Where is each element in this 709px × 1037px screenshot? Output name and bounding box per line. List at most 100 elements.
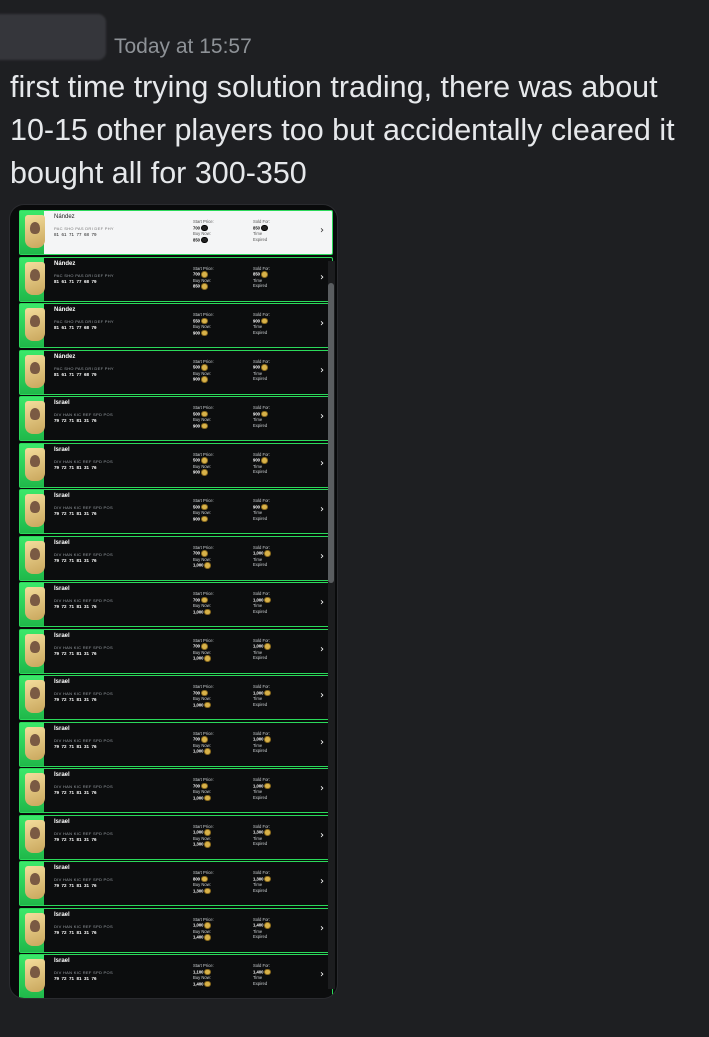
buy-now-value: 1,000 xyxy=(193,562,214,569)
stat-values: 81 61 71 77 68 79 xyxy=(54,325,97,330)
transfer-list-item[interactable]: Israel DIV HAN KIC REF SPD POS 79 72 71 … xyxy=(19,396,333,441)
transfer-list-item[interactable]: Israel DIV HAN KIC REF SPD POS 79 72 71 … xyxy=(19,861,333,906)
price-column: Start Price: 800 Buy Now: 1,300 xyxy=(193,870,214,894)
chevron-right-icon[interactable]: › xyxy=(320,318,324,329)
coin-icon xyxy=(264,875,271,882)
coin-icon xyxy=(261,364,268,371)
coin-icon xyxy=(201,515,208,522)
buy-now-value: 900 xyxy=(193,329,214,336)
sold-for-value: 1,300 xyxy=(253,829,271,836)
scrollbar-thumb[interactable] xyxy=(328,283,334,583)
transfer-list: Nández PAC SHO PAS DRI DEF PHY 81 61 71 … xyxy=(19,210,333,998)
player-card-icon xyxy=(25,540,45,574)
coin-icon xyxy=(264,968,271,975)
transfer-list-item[interactable]: Nández PAC SHO PAS DRI DEF PHY 81 61 71 … xyxy=(19,256,333,302)
stat-values: 79 72 71 81 31 76 xyxy=(54,418,97,423)
buy-now-value: 1,300 xyxy=(193,887,214,894)
transfer-list-item[interactable]: Israel DIV HAN KIC REF SPD POS 79 72 71 … xyxy=(19,907,333,953)
expired-label: Expired xyxy=(253,701,268,707)
stat-values: 79 72 71 81 31 76 xyxy=(54,976,97,981)
coin-icon xyxy=(264,689,271,696)
chevron-right-icon[interactable]: › xyxy=(320,504,324,515)
chevron-right-icon[interactable]: › xyxy=(320,969,324,980)
stat-labels: DIV HAN KIC REF SPD POS xyxy=(54,505,113,510)
player-card-icon xyxy=(25,494,45,527)
chevron-right-icon[interactable]: › xyxy=(320,876,324,887)
sold-for-value: 900 xyxy=(253,364,270,371)
coin-icon xyxy=(201,422,208,429)
chevron-right-icon[interactable]: › xyxy=(320,225,324,236)
transfer-list-item[interactable]: Nández PAC SHO PAS DRI DEF PHY 81 61 71 … xyxy=(19,349,333,395)
coin-icon xyxy=(204,887,211,894)
sold-column: Sold For: 900 Time Expired xyxy=(253,405,270,428)
player-name: Israel xyxy=(54,493,70,499)
chevron-right-icon[interactable]: › xyxy=(320,644,324,655)
sold-for-value: 1,400 xyxy=(253,922,271,929)
player-card-icon xyxy=(25,587,45,620)
transfer-list-item[interactable]: Israel DIV HAN KIC REF SPD POS 79 72 71 … xyxy=(19,442,333,488)
stat-labels: DIV HAN KIC REF SPD POS xyxy=(54,598,113,603)
expired-label: Expired xyxy=(253,655,268,660)
buy-now-value: 1,400 xyxy=(193,980,214,987)
sold-for-label: Sold For: xyxy=(253,777,270,782)
stat-labels: PAC SHO PAS DRI DEF PHY xyxy=(54,365,114,371)
coin-icon xyxy=(264,596,271,603)
chevron-right-icon[interactable]: › xyxy=(320,411,324,422)
transfer-list-item[interactable]: Israel DIV HAN KIC REF SPD POS 79 72 71 … xyxy=(19,814,333,860)
attached-screenshot[interactable]: Nández PAC SHO PAS DRI DEF PHY 81 61 71 … xyxy=(10,205,337,998)
coin-icon xyxy=(204,748,211,755)
buy-now-label: Buy Now: xyxy=(193,882,211,887)
player-card-icon xyxy=(25,773,45,806)
chevron-right-icon[interactable]: › xyxy=(320,923,324,934)
transfer-list-item[interactable]: Israel DIV HAN KIC REF SPD POS 79 72 71 … xyxy=(19,628,333,674)
stat-values: 79 72 71 81 31 76 xyxy=(54,790,97,795)
player-card-icon xyxy=(25,215,45,248)
coin-icon xyxy=(201,236,208,243)
buy-now-label: Buy Now: xyxy=(193,789,211,794)
sold-column: Sold For: 900 Time Expired xyxy=(253,312,270,335)
coin-icon xyxy=(201,376,208,383)
chevron-right-icon[interactable]: › xyxy=(320,272,324,283)
start-price-label: Start Price: xyxy=(193,777,214,782)
player-name: Israel xyxy=(54,586,70,592)
price-column: Start Price: 700 Buy Now: 1,000 xyxy=(193,684,214,708)
price-column: Start Price: 1,100 Buy Now: 1,400 xyxy=(193,963,214,987)
transfer-list-item[interactable]: Israel DIV HAN KIC REF SPD POS 79 72 71 … xyxy=(19,768,333,813)
transfer-list-item[interactable]: Israel DIV HAN KIC REF SPD POS 79 72 71 … xyxy=(19,535,333,581)
start-price-value: 1,000 xyxy=(193,922,214,929)
stat-values: 79 72 71 81 31 76 xyxy=(54,883,97,888)
transfer-list-item[interactable]: Israel DIV HAN KIC REF SPD POS 79 72 71 … xyxy=(19,721,333,767)
chevron-right-icon[interactable]: › xyxy=(320,690,324,701)
transfer-list-item[interactable]: Israel DIV HAN KIC REF SPD POS 79 72 71 … xyxy=(19,954,333,998)
coin-icon xyxy=(264,550,271,557)
transfer-list-item[interactable]: Israel DIV HAN KIC REF SPD POS 79 72 71 … xyxy=(19,675,333,720)
buy-now-label: Buy Now: xyxy=(193,975,211,980)
chevron-right-icon[interactable]: › xyxy=(320,458,324,469)
transfer-list-item[interactable]: Nández PAC SHO PAS DRI DEF PHY 81 61 71 … xyxy=(19,210,333,255)
chevron-right-icon[interactable]: › xyxy=(320,737,324,748)
stat-values: 79 72 71 81 31 76 xyxy=(54,464,97,470)
start-price-label: Start Price: xyxy=(193,405,214,410)
transfer-list-item[interactable]: Israel DIV HAN KIC REF SPD POS 79 72 71 … xyxy=(19,582,333,627)
player-face-icon xyxy=(30,780,40,792)
buy-now-label: Buy Now: xyxy=(193,696,211,701)
avatar[interactable] xyxy=(0,14,106,60)
coin-icon xyxy=(201,329,208,336)
chevron-right-icon[interactable]: › xyxy=(320,551,324,562)
buy-now-value: 1,000 xyxy=(193,701,214,708)
sold-column: Sold For: 1,400 Time Expired xyxy=(253,963,271,986)
expired-label: Expired xyxy=(253,980,268,986)
chevron-right-icon[interactable]: › xyxy=(320,830,324,841)
buy-now-label: Buy Now: xyxy=(193,324,211,329)
coin-icon xyxy=(204,980,211,987)
chevron-right-icon[interactable]: › xyxy=(320,783,324,794)
player-name: Nández xyxy=(54,260,76,267)
chevron-right-icon[interactable]: › xyxy=(320,597,324,608)
sold-column: Sold For: 1,300 Time Expired xyxy=(253,870,271,893)
start-price-label: Start Price: xyxy=(193,312,214,317)
start-price-label: Start Price: xyxy=(193,498,214,503)
transfer-list-item[interactable]: Nández PAC SHO PAS DRI DEF PHY 81 61 71 … xyxy=(19,303,333,348)
transfer-list-item[interactable]: Israel DIV HAN KIC REF SPD POS 79 72 71 … xyxy=(19,489,333,534)
chevron-right-icon[interactable]: › xyxy=(320,365,324,376)
price-column: Start Price: 1,000 Buy Now: 1,300 xyxy=(193,824,214,848)
